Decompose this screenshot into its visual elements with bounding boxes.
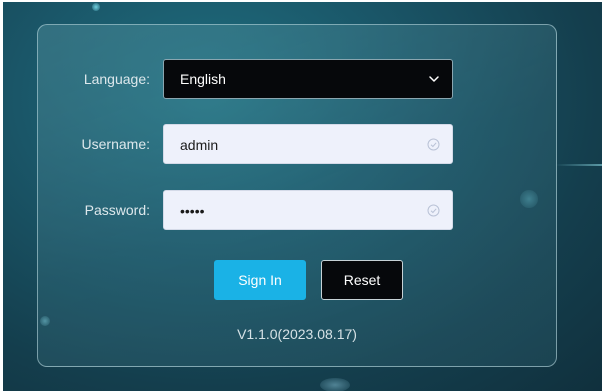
login-panel: Language: English Username: Password: Si…: [37, 24, 557, 367]
background-glow: [320, 378, 350, 391]
password-input[interactable]: [180, 201, 410, 221]
password-field[interactable]: [163, 190, 453, 230]
version-text: V1.1.0(2023.08.17): [237, 326, 357, 342]
password-label: Password:: [84, 202, 150, 218]
check-circle-icon: [427, 204, 440, 217]
background-glow: [92, 3, 100, 11]
reset-button[interactable]: Reset: [321, 260, 403, 300]
language-label: Language:: [83, 71, 150, 87]
check-circle-icon: [427, 138, 440, 151]
background-light-streak: [555, 164, 602, 166]
language-selected-value: English: [180, 71, 226, 87]
username-field[interactable]: [163, 124, 453, 164]
username-input[interactable]: [180, 135, 410, 155]
language-select[interactable]: English: [163, 59, 453, 99]
chevron-down-icon: [429, 76, 439, 82]
username-label: Username:: [81, 136, 150, 152]
sign-in-button[interactable]: Sign In: [214, 260, 306, 300]
login-page: { "login": { "language_label": "Language…: [0, 0, 602, 391]
